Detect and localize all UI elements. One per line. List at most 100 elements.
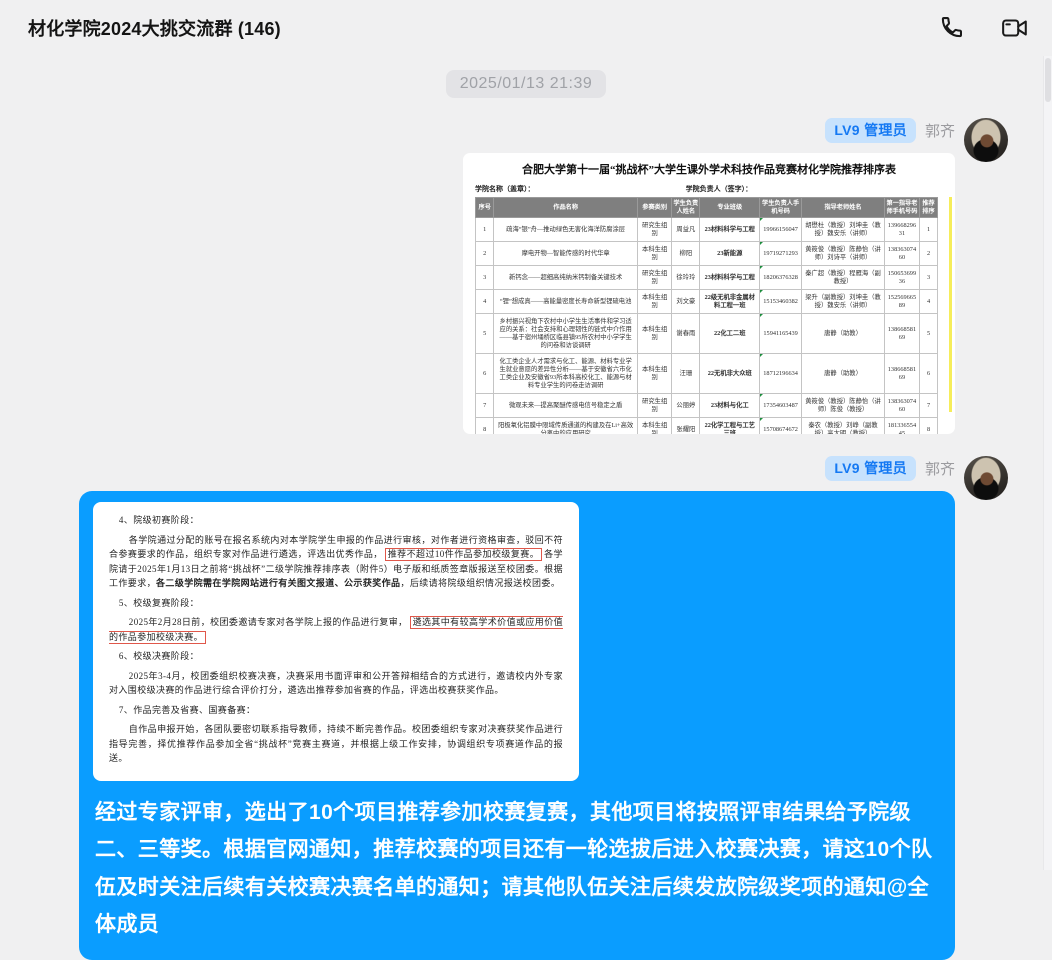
table-cell: 19966156047 <box>760 218 802 242</box>
message-meta: LV9 管理员 郭齐 <box>825 118 955 143</box>
doc-paragraph: 2025年2月28日前，校团委邀请专家对各学院上报的作品进行复审，遴选其中有较高… <box>109 615 563 644</box>
table-cell: 本科生组别 <box>637 314 672 354</box>
table-cell: 15941165439 <box>760 314 802 354</box>
table-cell: 刘文豪 <box>672 290 700 314</box>
message-row-table: LV9 管理员 郭齐 合肥大学第十一届“挑战杯”大学生课外学术科技作品竞赛材化学… <box>0 118 1052 434</box>
document-image[interactable]: 4、院级初赛阶段： 各学院通过分配的账号在报名系统内对本学院学生申报的作品进行审核… <box>93 502 579 781</box>
leader-label: 学院负责人（签字）： <box>686 184 943 194</box>
table-cell: 疏海“银”舟—推动绿色无害化海洋防腐涂层 <box>494 218 637 242</box>
table-row: 4“锂”想成真——高能量密度长寿命新型锂硫电池本科生组别刘文豪22级无机非金属材… <box>476 290 938 314</box>
school-label: 学院名称（盖章）： <box>475 184 686 194</box>
table-cell: 4 <box>919 290 938 314</box>
table-header-cell: 第一指导老师手机号码 <box>885 198 920 218</box>
message-row-notice: LV9 管理员 郭齐 4、院级初赛阶段： 各学院通过分配的账号在报名系统内对本学院… <box>0 456 1052 960</box>
table-cell: 新钙念——超细高纯纳米钙制备关键技术 <box>494 266 637 290</box>
doc-paragraph: 自作品申报开始，各团队要密切联系指导教师，持续不断完善作品。校团委组织专家对决赛… <box>109 722 563 766</box>
table-cell: 5 <box>476 314 494 354</box>
table-cell: 15708674672 <box>760 418 802 435</box>
table-cell: 黄筱俊（教授）陈静怡（讲师）陈俊（教授） <box>801 394 884 418</box>
table-cell: 5 <box>919 314 938 354</box>
timestamp-pill: 2025/01/13 21:39 <box>446 70 607 98</box>
table-cell: 7 <box>476 394 494 418</box>
table-header-row: 序号作品名称参赛类别学生负责人姓名专业班级学生负责人手机号码指导老师姓名第一指导… <box>476 198 938 218</box>
table-cell: 13836307460 <box>885 394 920 418</box>
table-cell: 研究生组别 <box>637 266 672 290</box>
table-cell: 8 <box>476 418 494 435</box>
table-cell: 公丽婷 <box>672 394 700 418</box>
table-row: 5乡村振兴视角下农村中小学生生活事件和学习适应的关系：社会支持和心理韧性的链式中… <box>476 314 938 354</box>
table-cell: 张耀阳 <box>672 418 700 435</box>
message-bubble[interactable]: 4、院级初赛阶段： 各学院通过分配的账号在报名系统内对本学院学生申报的作品进行审核… <box>79 491 955 960</box>
sheet-title: 合肥大学第十一届“挑战杯”大学生课外学术科技作品竞赛材化学院推荐排序表 <box>475 162 943 178</box>
table-row: 8阳极氧化铝膜中限域传质通道的构建及在Li+高效分离中的应用研究本科生组别张耀阳… <box>476 418 938 435</box>
video-call-button[interactable] <box>1000 13 1030 43</box>
ranking-table-image[interactable]: 合肥大学第十一届“挑战杯”大学生课外学术科技作品竞赛材化学院推荐排序表 学院名称… <box>463 153 955 434</box>
table-cell: 23材料与化工 <box>700 394 760 418</box>
table-header-cell: 专业班级 <box>700 198 760 218</box>
table-cell: 3 <box>476 266 494 290</box>
doc-paragraph: 各学院通过分配的账号在报名系统内对本学院学生申报的作品进行审核，对作者进行资格审… <box>109 533 563 591</box>
table-cell: 7 <box>919 394 938 418</box>
table-cell: 22无机非大众班 <box>700 354 760 394</box>
header-actions <box>936 13 1030 43</box>
table-cell: 黄筱俊（教授）陈静怡（讲师）刘诗平（讲师） <box>801 242 884 266</box>
chat-area: 2025/01/13 21:39 LV9 管理员 郭齐 合肥大学第十一届“挑战杯… <box>0 56 1052 960</box>
table-cell: 谢春雨 <box>672 314 700 354</box>
avatar[interactable] <box>964 118 1008 162</box>
sender-name: 郭齐 <box>925 458 955 479</box>
table-cell: 本科生组别 <box>637 290 672 314</box>
table-cell: 柳阳 <box>672 242 700 266</box>
group-title: 材化学院2024大挑交流群 (146) <box>28 15 281 41</box>
voice-call-button[interactable] <box>936 13 966 43</box>
table-cell: 15065369936 <box>885 266 920 290</box>
doc-text-segment: 2025年2月28日前，校团委邀请专家对各学院上报的作品进行复审， <box>129 617 408 627</box>
avatar[interactable] <box>964 456 1008 500</box>
table-header-cell: 序号 <box>476 198 494 218</box>
doc-text-segment: 5、校级复赛阶段： <box>119 598 199 608</box>
table-cell: 23材料科学与工程 <box>700 266 760 290</box>
scrollbar-thumb[interactable] <box>1045 58 1051 102</box>
scrollbar-track[interactable] <box>1043 56 1052 870</box>
table-cell: 23材料科学与工程 <box>700 218 760 242</box>
table-header-cell: 参赛类别 <box>637 198 672 218</box>
table-cell: 22级无机非金属材料工程一班 <box>700 290 760 314</box>
admin-level-badge: LV9 管理员 <box>825 118 916 143</box>
yellow-stripe <box>949 197 952 412</box>
table-cell: 18206376328 <box>760 266 802 290</box>
table-cell: 15153460382 <box>760 290 802 314</box>
app-header: 材化学院2024大挑交流群 (146) <box>0 0 1052 56</box>
table-cell: 胡懋杜（教授）刘坤圭（教授）魏安乐（讲师） <box>801 218 884 242</box>
table-cell: 22化学工程与工艺三班 <box>700 418 760 435</box>
table-cell: 2 <box>919 242 938 266</box>
sheet-labels: 学院名称（盖章）： 学院负责人（签字）： <box>475 182 943 195</box>
table-cell: 13866858169 <box>885 354 920 394</box>
table-cell: 研究生组别 <box>637 218 672 242</box>
table-row: 7微观未来—提高聚醚传感电信号稳定之盾研究生组别公丽婷23材料与化工173546… <box>476 394 938 418</box>
sender-name: 郭齐 <box>925 120 955 141</box>
table-cell: 23新能源 <box>700 242 760 266</box>
table-cell: 唐静（助教） <box>801 314 884 354</box>
table-header-cell: 学生负责人姓名 <box>672 198 700 218</box>
phone-icon <box>938 15 964 41</box>
table-cell: 周益凡 <box>672 218 700 242</box>
table-cell: 本科生组别 <box>637 418 672 435</box>
table-cell: 18133655445 <box>885 418 920 435</box>
doc-text-segment: 4、院级初赛阶段： <box>119 515 199 525</box>
table-cell: 1 <box>476 218 494 242</box>
table-cell: 徐玲玲 <box>672 266 700 290</box>
table-cell: 1 <box>919 218 938 242</box>
table-cell: 秦农（教授）刘峥（副教授）高大明（教授） <box>801 418 884 435</box>
admin-level-badge: LV9 管理员 <box>825 456 916 481</box>
table-cell: 18712196634 <box>760 354 802 394</box>
table-cell: 秦广超（教授）程雁海（副教授） <box>801 266 884 290</box>
table-row: 1疏海“银”舟—推动绿色无害化海洋防腐涂层研究生组别周益凡23材料科学与工程19… <box>476 218 938 242</box>
message-meta: LV9 管理员 郭齐 <box>825 456 955 481</box>
table-cell: 13966829631 <box>885 218 920 242</box>
doc-text-segment: 7、作品完善及省赛、国赛备赛： <box>119 705 256 715</box>
table-cell: 梁升（副教授）刘坤圭（教授）魏安乐（讲师） <box>801 290 884 314</box>
table-header-cell: 指导老师姓名 <box>801 198 884 218</box>
table-cell: 6 <box>476 354 494 394</box>
message-text: 经过专家评审，选出了10个项目推荐参加校赛复赛，其他项目将按照评审结果给予院级二… <box>95 794 939 944</box>
table-cell: 微观未来—提高聚醚传感电信号稳定之盾 <box>494 394 637 418</box>
table-cell: 22化工二班 <box>700 314 760 354</box>
